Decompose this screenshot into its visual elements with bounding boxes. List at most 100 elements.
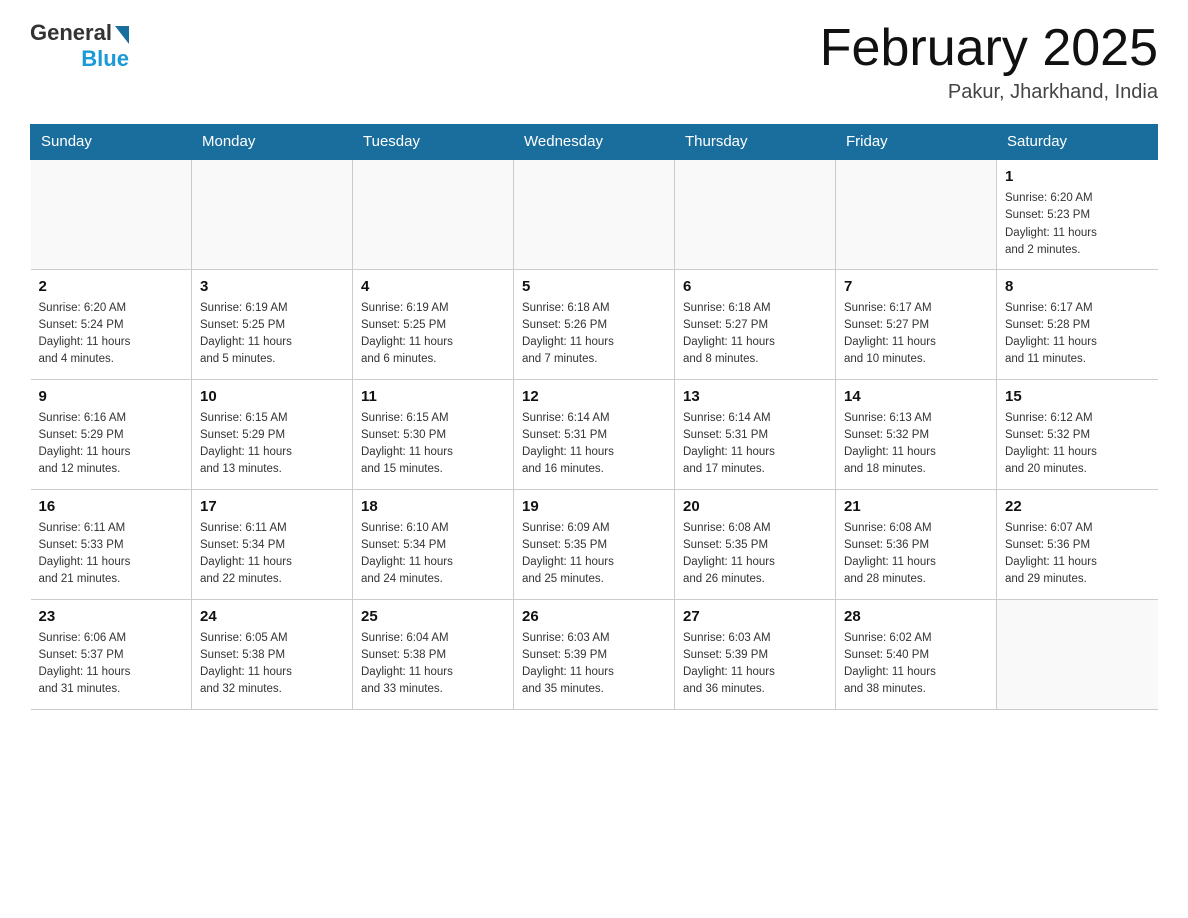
table-row: 7 Sunrise: 6:17 AM Sunset: 5:27 PM Daylig… (836, 269, 997, 379)
table-row (192, 159, 353, 269)
day-number: 2 (39, 276, 184, 297)
day-info: Sunrise: 6:10 AM Sunset: 5:34 PM Dayligh… (361, 520, 505, 589)
day-info: Sunrise: 6:06 AM Sunset: 5:37 PM Dayligh… (39, 630, 184, 699)
day-number: 11 (361, 386, 505, 407)
table-row: 28 Sunrise: 6:02 AM Sunset: 5:40 PM Dayli… (836, 599, 997, 709)
calendar-week-row: 1 Sunrise: 6:20 AM Sunset: 5:23 PM Daylig… (31, 159, 1158, 269)
day-info: Sunrise: 6:15 AM Sunset: 5:30 PM Dayligh… (361, 410, 505, 479)
day-number: 20 (683, 496, 827, 517)
day-number: 3 (200, 276, 344, 297)
header-tuesday: Tuesday (353, 125, 514, 160)
day-info: Sunrise: 6:03 AM Sunset: 5:39 PM Dayligh… (522, 630, 666, 699)
header-thursday: Thursday (675, 125, 836, 160)
day-info: Sunrise: 6:03 AM Sunset: 5:39 PM Dayligh… (683, 630, 827, 699)
table-row: 10 Sunrise: 6:15 AM Sunset: 5:29 PM Dayli… (192, 379, 353, 489)
day-number: 12 (522, 386, 666, 407)
table-row (514, 159, 675, 269)
day-info: Sunrise: 6:04 AM Sunset: 5:38 PM Dayligh… (361, 630, 505, 699)
table-row: 15 Sunrise: 6:12 AM Sunset: 5:32 PM Dayli… (997, 379, 1158, 489)
table-row (836, 159, 997, 269)
table-row: 20 Sunrise: 6:08 AM Sunset: 5:35 PM Dayli… (675, 489, 836, 599)
table-row: 21 Sunrise: 6:08 AM Sunset: 5:36 PM Dayli… (836, 489, 997, 599)
calendar-header-row: Sunday Monday Tuesday Wednesday Thursday… (31, 125, 1158, 160)
table-row: 6 Sunrise: 6:18 AM Sunset: 5:27 PM Daylig… (675, 269, 836, 379)
day-number: 7 (844, 276, 988, 297)
header-sunday: Sunday (31, 125, 192, 160)
table-row: 23 Sunrise: 6:06 AM Sunset: 5:37 PM Dayli… (31, 599, 192, 709)
day-info: Sunrise: 6:13 AM Sunset: 5:32 PM Dayligh… (844, 410, 988, 479)
day-info: Sunrise: 6:19 AM Sunset: 5:25 PM Dayligh… (200, 300, 344, 369)
calendar-week-row: 23 Sunrise: 6:06 AM Sunset: 5:37 PM Dayli… (31, 599, 1158, 709)
day-info: Sunrise: 6:07 AM Sunset: 5:36 PM Dayligh… (1005, 520, 1150, 589)
table-row: 13Sunrise: 6:14 AM Sunset: 5:31 PM Dayli… (675, 379, 836, 489)
day-number: 19 (522, 496, 666, 517)
table-row: 9Sunrise: 6:16 AM Sunset: 5:29 PM Daylig… (31, 379, 192, 489)
day-info: Sunrise: 6:11 AM Sunset: 5:33 PM Dayligh… (39, 520, 184, 589)
day-number: 8 (1005, 276, 1150, 297)
day-number: 24 (200, 606, 344, 627)
logo-general-text: General (30, 20, 112, 46)
day-info: Sunrise: 6:17 AM Sunset: 5:27 PM Dayligh… (844, 300, 988, 369)
day-number: 16 (39, 496, 184, 517)
header-monday: Monday (192, 125, 353, 160)
day-number: 26 (522, 606, 666, 627)
table-row: 27 Sunrise: 6:03 AM Sunset: 5:39 PM Dayli… (675, 599, 836, 709)
day-number: 6 (683, 276, 827, 297)
day-number: 22 (1005, 496, 1150, 517)
day-info: Sunrise: 6:20 AM Sunset: 5:23 PM Dayligh… (1005, 190, 1150, 259)
day-info: Sunrise: 6:18 AM Sunset: 5:26 PM Dayligh… (522, 300, 666, 369)
day-number: 4 (361, 276, 505, 297)
logo: General Blue (30, 20, 129, 72)
table-row: 2Sunrise: 6:20 AM Sunset: 5:24 PM Daylig… (31, 269, 192, 379)
table-row: 3 Sunrise: 6:19 AM Sunset: 5:25 PM Daylig… (192, 269, 353, 379)
day-number: 10 (200, 386, 344, 407)
day-number: 15 (1005, 386, 1150, 407)
day-info: Sunrise: 6:14 AM Sunset: 5:31 PM Dayligh… (683, 410, 827, 479)
table-row: 1 Sunrise: 6:20 AM Sunset: 5:23 PM Daylig… (997, 159, 1158, 269)
table-row: 12Sunrise: 6:14 AM Sunset: 5:31 PM Dayli… (514, 379, 675, 489)
calendar-week-row: 9Sunrise: 6:16 AM Sunset: 5:29 PM Daylig… (31, 379, 1158, 489)
day-number: 23 (39, 606, 184, 627)
table-row (997, 599, 1158, 709)
day-info: Sunrise: 6:05 AM Sunset: 5:38 PM Dayligh… (200, 630, 344, 699)
day-info: Sunrise: 6:12 AM Sunset: 5:32 PM Dayligh… (1005, 410, 1150, 479)
day-info: Sunrise: 6:18 AM Sunset: 5:27 PM Dayligh… (683, 300, 827, 369)
day-info: Sunrise: 6:02 AM Sunset: 5:40 PM Dayligh… (844, 630, 988, 699)
table-row: 19Sunrise: 6:09 AM Sunset: 5:35 PM Dayli… (514, 489, 675, 599)
table-row: 25Sunrise: 6:04 AM Sunset: 5:38 PM Dayli… (353, 599, 514, 709)
table-row: 18 Sunrise: 6:10 AM Sunset: 5:34 PM Dayli… (353, 489, 514, 599)
day-number: 18 (361, 496, 505, 517)
day-number: 17 (200, 496, 344, 517)
table-row: 17 Sunrise: 6:11 AM Sunset: 5:34 PM Dayli… (192, 489, 353, 599)
day-info: Sunrise: 6:08 AM Sunset: 5:35 PM Dayligh… (683, 520, 827, 589)
day-number: 1 (1005, 166, 1150, 187)
table-row: 22 Sunrise: 6:07 AM Sunset: 5:36 PM Dayli… (997, 489, 1158, 599)
table-row: 16 Sunrise: 6:11 AM Sunset: 5:33 PM Dayli… (31, 489, 192, 599)
day-number: 21 (844, 496, 988, 517)
header-friday: Friday (836, 125, 997, 160)
day-info: Sunrise: 6:16 AM Sunset: 5:29 PM Dayligh… (39, 410, 184, 479)
table-row: 26 Sunrise: 6:03 AM Sunset: 5:39 PM Dayli… (514, 599, 675, 709)
title-section: February 2025 Pakur, Jharkhand, India (820, 20, 1158, 104)
day-number: 14 (844, 386, 988, 407)
table-row: 5Sunrise: 6:18 AM Sunset: 5:26 PM Daylig… (514, 269, 675, 379)
table-row: 8 Sunrise: 6:17 AM Sunset: 5:28 PM Daylig… (997, 269, 1158, 379)
logo-arrow-icon (115, 26, 129, 44)
table-row (353, 159, 514, 269)
day-info: Sunrise: 6:15 AM Sunset: 5:29 PM Dayligh… (200, 410, 344, 479)
table-row: 11 Sunrise: 6:15 AM Sunset: 5:30 PM Dayli… (353, 379, 514, 489)
day-info: Sunrise: 6:11 AM Sunset: 5:34 PM Dayligh… (200, 520, 344, 589)
table-row (675, 159, 836, 269)
day-info: Sunrise: 6:17 AM Sunset: 5:28 PM Dayligh… (1005, 300, 1150, 369)
header-saturday: Saturday (997, 125, 1158, 160)
table-row (31, 159, 192, 269)
day-number: 28 (844, 606, 988, 627)
calendar-table: Sunday Monday Tuesday Wednesday Thursday… (30, 124, 1158, 710)
logo-blue-text: Blue (81, 46, 129, 72)
day-info: Sunrise: 6:08 AM Sunset: 5:36 PM Dayligh… (844, 520, 988, 589)
table-row: 4 Sunrise: 6:19 AM Sunset: 5:25 PM Daylig… (353, 269, 514, 379)
calendar-week-row: 16 Sunrise: 6:11 AM Sunset: 5:33 PM Dayli… (31, 489, 1158, 599)
day-number: 27 (683, 606, 827, 627)
calendar-title: February 2025 (820, 20, 1158, 77)
day-info: Sunrise: 6:19 AM Sunset: 5:25 PM Dayligh… (361, 300, 505, 369)
